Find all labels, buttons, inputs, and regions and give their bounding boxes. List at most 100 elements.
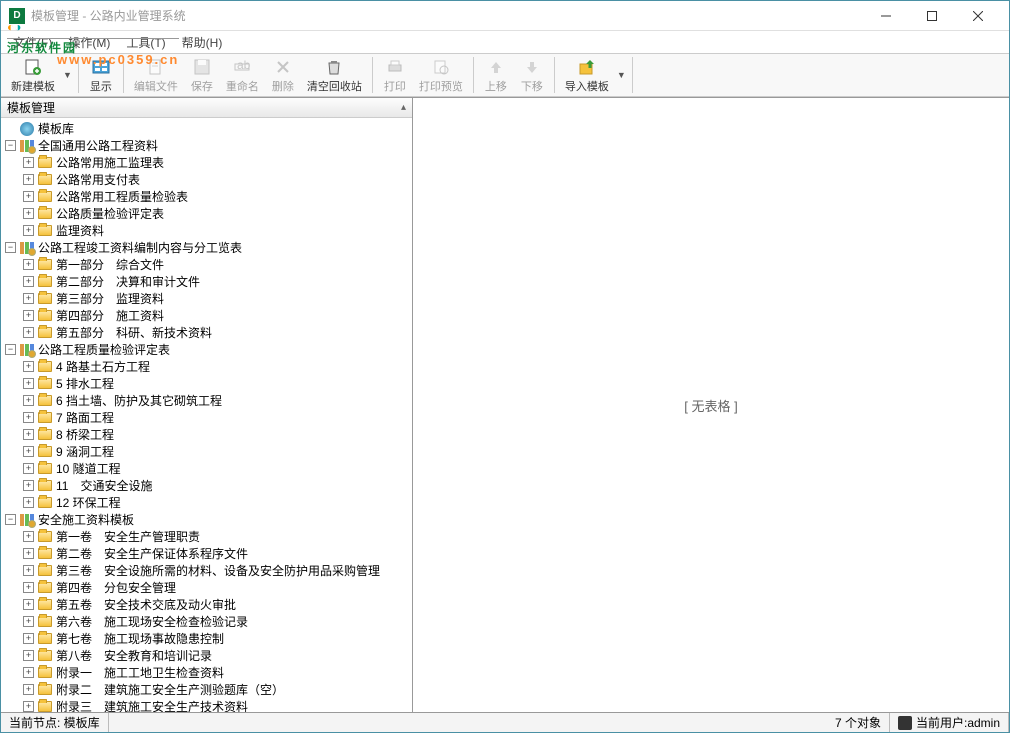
tree-folder[interactable]: +4 路基土石方工程 [3, 358, 412, 375]
toolbar-separator [473, 57, 474, 93]
pane-header: 模板管理 ▴ [1, 98, 412, 118]
expand-toggle[interactable]: + [23, 667, 34, 678]
tree-category[interactable]: −公路工程质量检验评定表 [3, 341, 412, 358]
expand-toggle[interactable]: + [23, 599, 34, 610]
expand-toggle[interactable]: + [23, 531, 34, 542]
expand-toggle[interactable]: + [23, 548, 34, 559]
tree-folder[interactable]: +第一卷 安全生产管理职责 [3, 528, 412, 545]
tree-folder[interactable]: +公路常用支付表 [3, 171, 412, 188]
up-arrow-icon [486, 57, 506, 77]
expand-toggle[interactable]: + [23, 293, 34, 304]
tree-category[interactable]: −安全施工资料模板 [3, 511, 412, 528]
empty-recycle-button[interactable]: 清空回收站 [301, 55, 368, 96]
tree-folder[interactable]: +11 交通安全设施 [3, 477, 412, 494]
tree-folder[interactable]: +第八卷 安全教育和培训记录 [3, 647, 412, 664]
tree-folder[interactable]: +附录二 建筑施工安全生产测验题库（空） [3, 681, 412, 698]
tree-folder[interactable]: +第三卷 安全设施所需的材料、设备及安全防护用品采购管理 [3, 562, 412, 579]
app-icon: D [9, 8, 25, 24]
maximize-button[interactable] [909, 1, 955, 31]
expand-toggle[interactable]: + [23, 565, 34, 576]
expand-toggle[interactable]: + [23, 378, 34, 389]
import-template-button[interactable]: 导入模板 [559, 55, 615, 96]
status-bar: 当前节点: 模板库 7 个对象 当前用户: admin [1, 712, 1009, 732]
tree-folder[interactable]: +第二卷 安全生产保证体系程序文件 [3, 545, 412, 562]
tree-folder[interactable]: + 附录三 建筑施工安全生产技术资料 [3, 698, 412, 712]
tree-label: 全国通用公路工程资料 [38, 137, 158, 154]
tree-folder[interactable]: +附录一 施工工地卫生检查资料 [3, 664, 412, 681]
expand-toggle[interactable]: + [23, 395, 34, 406]
expand-toggle[interactable]: − [5, 514, 16, 525]
menu-tools[interactable]: 工具(T) [118, 32, 173, 53]
folder-icon [38, 191, 52, 202]
expand-toggle[interactable]: + [23, 701, 34, 712]
expand-toggle[interactable]: + [23, 225, 34, 236]
expand-toggle[interactable]: + [23, 259, 34, 270]
tree-folder[interactable]: +6 挡土墙、防护及其它砌筑工程 [3, 392, 412, 409]
folder-icon [38, 650, 52, 661]
expand-toggle[interactable]: + [23, 616, 34, 627]
tree-root[interactable]: 模板库 [3, 120, 412, 137]
tree-label: 5 排水工程 [56, 375, 114, 392]
tree-folder[interactable]: +监理资料 [3, 222, 412, 239]
expand-toggle[interactable]: + [23, 276, 34, 287]
new-template-icon [23, 57, 43, 77]
expand-toggle[interactable]: + [23, 361, 34, 372]
tree-category[interactable]: − 全国通用公路工程资料 [3, 137, 412, 154]
toolbar-separator [78, 57, 79, 93]
expand-toggle[interactable]: + [23, 191, 34, 202]
tree-folder[interactable]: +5 排水工程 [3, 375, 412, 392]
folder-icon [38, 378, 52, 389]
expand-toggle[interactable]: + [23, 497, 34, 508]
tree-folder[interactable]: +第三部分 监理资料 [3, 290, 412, 307]
tree-folder[interactable]: +第六卷 施工现场安全检查检验记录 [3, 613, 412, 630]
tree-label: 11 交通安全设施 [56, 477, 152, 494]
tree-folder[interactable]: +第五部分 科研、新技术资料 [3, 324, 412, 341]
tree-folder[interactable]: +公路常用施工监理表 [3, 154, 412, 171]
expand-toggle[interactable]: + [23, 446, 34, 457]
import-template-dropdown[interactable]: ▼ [615, 70, 628, 80]
tree-folder[interactable]: +第四部分 施工资料 [3, 307, 412, 324]
close-button[interactable] [955, 1, 1001, 31]
pane-collapse-icon[interactable]: ▴ [401, 102, 406, 113]
tree-folder[interactable]: +10 隧道工程 [3, 460, 412, 477]
menu-operate[interactable]: 操作(M) [60, 32, 118, 53]
tree-folder[interactable]: +公路常用工程质量检验表 [3, 188, 412, 205]
expand-toggle[interactable]: + [23, 429, 34, 440]
tree-folder[interactable]: +12 环保工程 [3, 494, 412, 511]
show-button[interactable]: 显示 [83, 55, 119, 96]
expand-toggle[interactable]: + [23, 633, 34, 644]
expand-toggle[interactable]: + [23, 650, 34, 661]
expand-toggle[interactable]: + [23, 327, 34, 338]
expand-toggle[interactable]: − [5, 140, 16, 151]
tree-folder[interactable]: +第一部分 综合文件 [3, 256, 412, 273]
tree-folder[interactable]: +第七卷 施工现场事故隐患控制 [3, 630, 412, 647]
expand-toggle[interactable]: − [5, 242, 16, 253]
new-template-button[interactable]: 新建模板 [5, 55, 61, 96]
tree-folder[interactable]: +第五卷 安全技术交底及动火审批 [3, 596, 412, 613]
tree-folder[interactable]: +第四卷 分包安全管理 [3, 579, 412, 596]
down-arrow-icon [522, 57, 542, 77]
tree-folder[interactable]: +9 涵洞工程 [3, 443, 412, 460]
tree-label: 附录三 建筑施工安全生产技术资料 [56, 698, 248, 712]
expand-toggle[interactable]: + [23, 174, 34, 185]
expand-toggle[interactable]: + [23, 463, 34, 474]
folder-icon [38, 293, 52, 304]
expand-toggle[interactable]: + [23, 480, 34, 491]
tree-folder[interactable]: +7 路面工程 [3, 409, 412, 426]
minimize-button[interactable] [863, 1, 909, 31]
tree-folder[interactable]: +8 桥梁工程 [3, 426, 412, 443]
expand-toggle[interactable]: + [23, 208, 34, 219]
expand-toggle[interactable]: − [5, 344, 16, 355]
menu-help[interactable]: 帮助(H) [174, 32, 231, 53]
expand-toggle[interactable]: + [23, 684, 34, 695]
tree-folder[interactable]: +第二部分 决算和审计文件 [3, 273, 412, 290]
expand-toggle[interactable]: + [23, 157, 34, 168]
expand-toggle[interactable]: + [23, 310, 34, 321]
expand-toggle[interactable]: + [23, 412, 34, 423]
expand-toggle[interactable]: + [23, 582, 34, 593]
menu-file[interactable]: 文件(F) [5, 32, 60, 53]
tree-folder[interactable]: +公路质量检验评定表 [3, 205, 412, 222]
new-template-dropdown[interactable]: ▼ [61, 70, 74, 80]
tree-category[interactable]: −公路工程竣工资料编制内容与分工览表 [3, 239, 412, 256]
template-tree[interactable]: 模板库 − 全国通用公路工程资料+公路常用施工监理表+公路常用支付表+公路常用工程质… [1, 118, 412, 712]
